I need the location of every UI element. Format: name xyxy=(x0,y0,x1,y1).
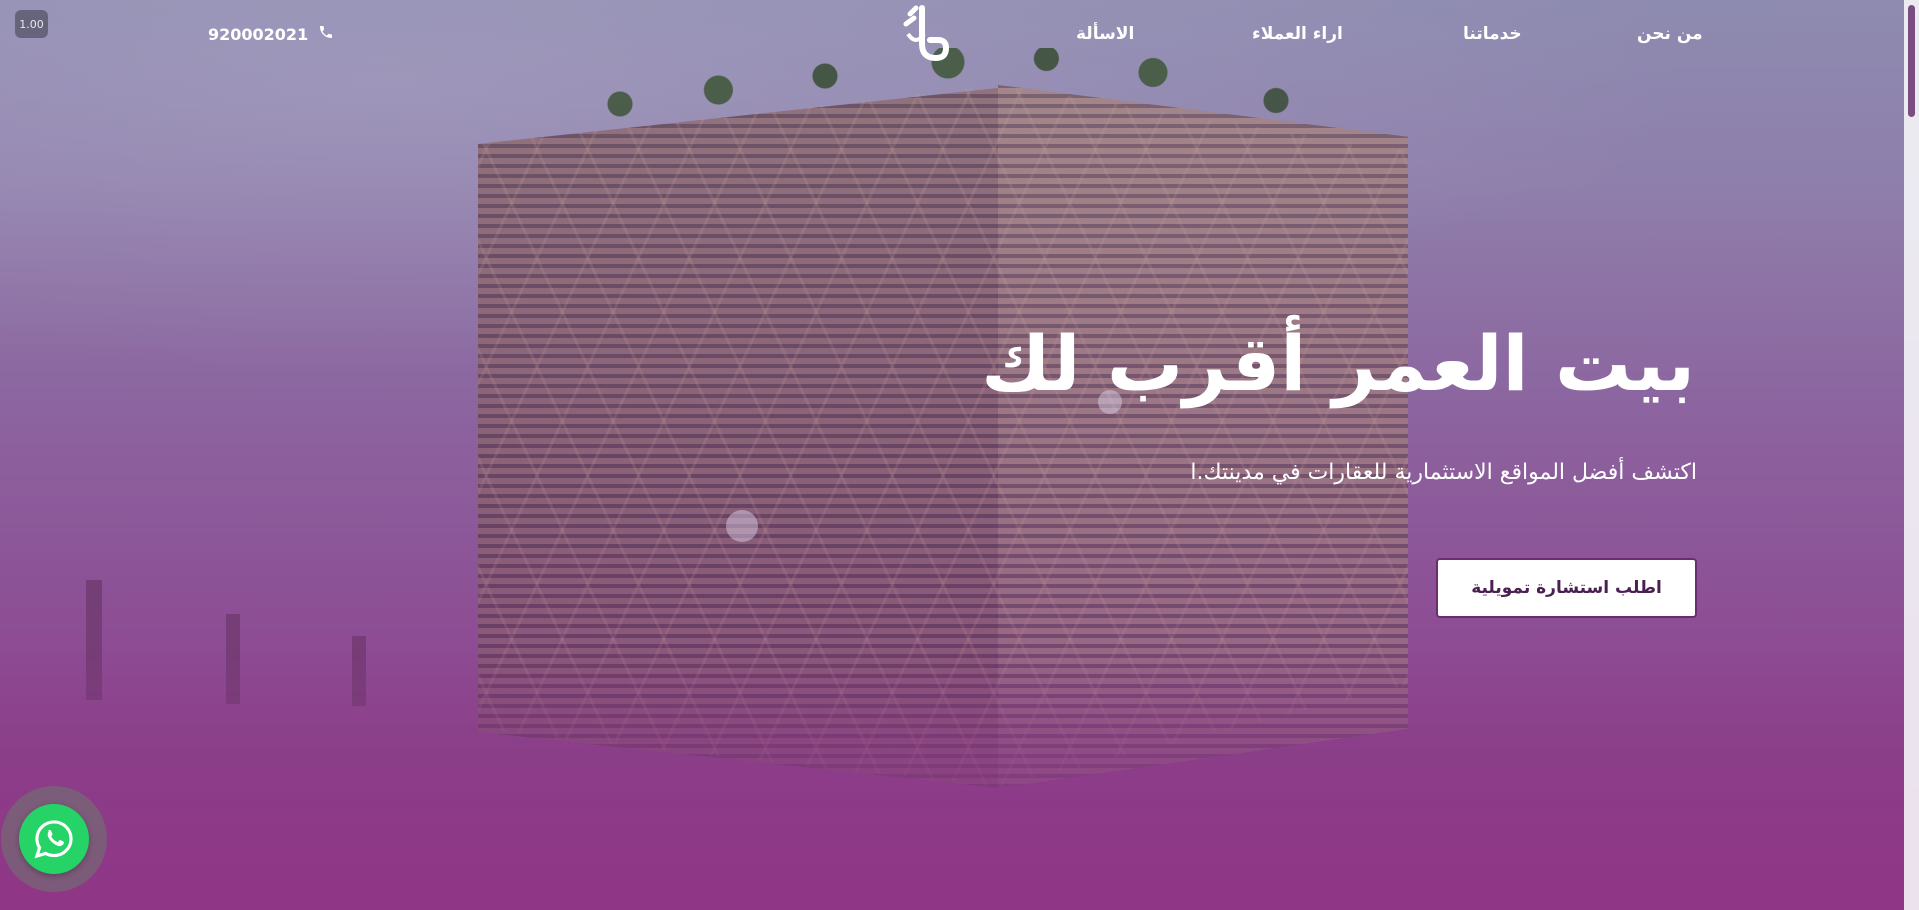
whatsapp-button[interactable] xyxy=(19,804,89,874)
scrollbar-thumb[interactable] xyxy=(1908,5,1915,117)
lens-flare xyxy=(726,510,758,542)
nav-item-services[interactable]: خدماتنا xyxy=(1463,24,1522,44)
phone-number: 920002021 xyxy=(208,24,309,44)
nav-item-about[interactable]: من نحن xyxy=(1637,24,1703,44)
hero-section: من نحن خدماتنا اراء العملاء الاسألة 9200… xyxy=(0,0,1919,910)
version-badge: 1.00 xyxy=(15,10,48,38)
top-navigation: من نحن خدماتنا اراء العملاء الاسألة 9200… xyxy=(0,0,1919,72)
logo-icon xyxy=(903,5,950,62)
scrollbar-track[interactable] xyxy=(1904,0,1919,910)
financing-consultation-button[interactable]: اطلب استشارة تمويلية xyxy=(1436,558,1697,618)
nav-item-testimonials[interactable]: اراء العملاء xyxy=(1252,24,1343,44)
nav-item-faq[interactable]: الاسألة xyxy=(1076,24,1134,44)
purple-overlay xyxy=(0,0,1919,910)
hero-title: بيت العمر أقرب لك xyxy=(981,319,1695,408)
brand-logo[interactable] xyxy=(900,4,952,66)
whatsapp-icon xyxy=(34,820,73,859)
phone-contact[interactable]: 920002021 xyxy=(208,24,334,44)
phone-icon xyxy=(318,24,334,44)
hero-subtitle: اكتشف أفضل المواقع الاستثمارية للعقارات … xyxy=(1190,460,1697,485)
